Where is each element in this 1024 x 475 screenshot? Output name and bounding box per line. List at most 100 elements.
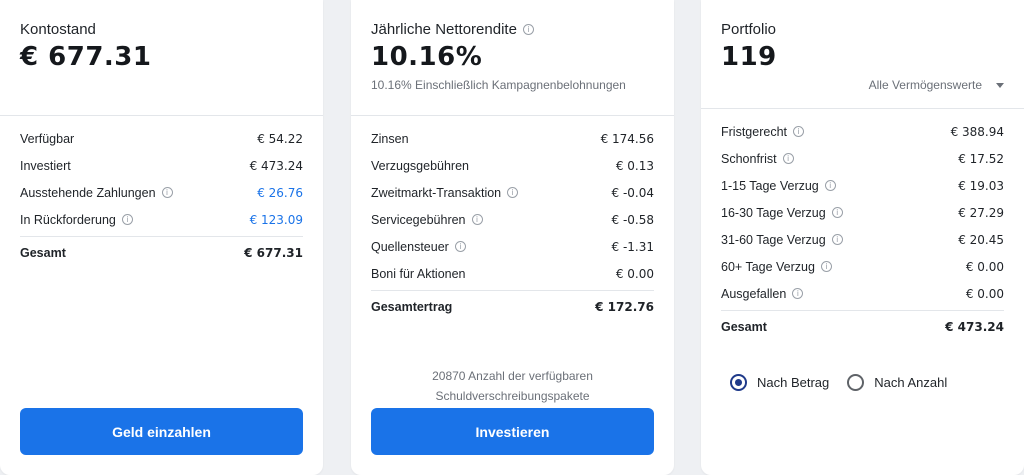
row-label: Ausgefallen — [721, 286, 787, 301]
row-value: € 0.00 — [615, 266, 654, 281]
return-card: Jährliche Nettorendite i 10.16% 10.16% E… — [351, 0, 674, 475]
info-icon[interactable]: i — [831, 234, 843, 245]
row-value: € -0.04 — [611, 185, 655, 200]
info-icon[interactable]: i — [471, 214, 483, 225]
row-label: 31-60 Tage Verzug — [721, 232, 826, 247]
row-value: € 17.52 — [958, 151, 1004, 166]
balance-rows: Verfügbar € 54.22 Investiert € 473.24 Au… — [20, 125, 303, 268]
info-icon[interactable]: i — [522, 24, 534, 35]
return-row-service-fees: Servicegebühren i € -0.58 — [371, 206, 654, 233]
portfolio-row-31-60: 31-60 Tage Verzug i € 20.45 — [721, 226, 1004, 253]
balance-card: Kontostand € 677.31 Verfügbar € 54.22 In… — [0, 0, 323, 475]
row-value: € 19.03 — [958, 178, 1004, 193]
row-label: In Rückforderung — [20, 212, 116, 227]
row-value: € -1.31 — [611, 239, 655, 254]
row-label: Fristgerecht — [721, 124, 787, 139]
row-label: 16-30 Tage Verzug — [721, 205, 826, 220]
balance-row-invested: Investiert € 473.24 — [20, 152, 303, 179]
info-icon[interactable]: i — [831, 207, 843, 218]
return-title: Jährliche Nettorendite — [371, 21, 517, 38]
radio-checked-icon[interactable] — [730, 374, 747, 391]
row-label: Investiert — [20, 158, 71, 173]
total-value: € 172.76 — [595, 299, 654, 314]
recovery-link[interactable]: € 123.09 — [250, 213, 303, 227]
portfolio-row-defaulted: Ausgefallen i € 0.00 — [721, 280, 1004, 307]
balance-row-available: Verfügbar € 54.22 — [20, 125, 303, 152]
return-header: Jährliche Nettorendite i 10.16% 10.16% E… — [351, 0, 674, 116]
row-label: 1-15 Tage Verzug — [721, 178, 819, 193]
radio-label: Nach Betrag — [757, 375, 830, 390]
portfolio-row-grace: Schonfrist i € 17.52 — [721, 145, 1004, 172]
row-value: € 0.00 — [965, 286, 1004, 301]
return-row-interest: Zinsen € 174.56 — [371, 125, 654, 152]
available-packages-note: 20870 Anzahl der verfügbaren Schuldversc… — [371, 366, 654, 406]
packages-line-1: 20870 Anzahl der verfügbaren — [432, 369, 593, 383]
portfolio-row-1-15: 1-15 Tage Verzug i € 19.03 — [721, 172, 1004, 199]
radio-unchecked-icon[interactable] — [847, 374, 865, 391]
total-value: € 473.24 — [945, 319, 1004, 334]
total-label: Gesamt — [20, 245, 66, 260]
portfolio-row-on-time: Fristgerecht i € 388.94 — [721, 118, 1004, 145]
total-value: € 677.31 — [244, 245, 303, 260]
portfolio-title: Portfolio — [721, 21, 777, 38]
row-label: Schonfrist — [721, 151, 777, 166]
pending-payments-link[interactable]: € 26.76 — [257, 186, 303, 200]
return-rows: Zinsen € 174.56 Verzugsgebühren € 0.13 Z… — [371, 125, 654, 322]
return-value: 10.16% — [371, 42, 483, 72]
portfolio-rows: Fristgerecht i € 388.94 Schonfrist i € 1… — [721, 118, 1004, 342]
info-icon[interactable]: i — [454, 241, 466, 252]
info-icon[interactable]: i — [793, 126, 804, 137]
total-label: Gesamtertrag — [371, 299, 453, 314]
info-icon[interactable]: i — [824, 180, 836, 191]
return-row-bonuses: Boni für Aktionen € 0.00 — [371, 260, 654, 287]
radio-by-amount[interactable]: Nach Betrag — [730, 374, 829, 391]
row-value: € 174.56 — [600, 131, 654, 146]
return-total-row: Gesamtertrag € 172.76 — [371, 290, 654, 322]
row-label: 60+ Tage Verzug — [721, 259, 815, 274]
packages-line-2: Schuldverschreibungspakete — [435, 389, 590, 403]
portfolio-card: Portfolio 119 Alle Vermögenswerte Fristg… — [701, 0, 1024, 475]
return-row-withholding-tax: Quellensteuer i € -1.31 — [371, 233, 654, 260]
row-value: € 27.29 — [958, 205, 1004, 220]
return-note: 10.16% Einschließlich Kampagnenbelohnung… — [371, 78, 626, 92]
row-value: € 54.22 — [257, 131, 303, 146]
balance-title: Kontostand — [20, 21, 96, 38]
portfolio-header: Portfolio 119 Alle Vermögenswerte — [701, 0, 1024, 109]
info-icon[interactable]: i — [121, 214, 133, 225]
row-value: € 0.00 — [965, 259, 1004, 274]
row-label: Boni für Aktionen — [371, 266, 466, 281]
row-label: Zinsen — [371, 131, 409, 146]
row-label: Verzugsgebühren — [371, 158, 469, 173]
row-value: € 20.45 — [958, 232, 1004, 247]
portfolio-row-60-plus: 60+ Tage Verzug i € 0.00 — [721, 253, 1004, 280]
info-icon[interactable]: i — [161, 187, 173, 198]
portfolio-row-16-30: 16-30 Tage Verzug i € 27.29 — [721, 199, 1004, 226]
row-label: Verfügbar — [20, 131, 75, 146]
row-label: Zweitmarkt-Transaktion — [371, 185, 502, 200]
return-row-secondary-market: Zweitmarkt-Transaktion i € -0.04 — [371, 179, 654, 206]
asset-filter-value: Alle Vermögenswerte — [868, 78, 982, 92]
radio-by-count[interactable]: Nach Anzahl — [847, 374, 947, 391]
balance-row-pending: Ausstehende Zahlungen i € 26.76 — [20, 179, 303, 206]
deposit-button[interactable]: Geld einzahlen — [20, 408, 303, 455]
radio-label: Nach Anzahl — [874, 375, 948, 390]
info-icon[interactable]: i — [820, 261, 832, 272]
asset-filter-dropdown[interactable]: Alle Vermögenswerte — [869, 78, 1004, 92]
portfolio-total-row: Gesamt € 473.24 — [721, 310, 1004, 342]
info-icon[interactable]: i — [782, 153, 794, 164]
balance-total-row: Gesamt € 677.31 — [20, 236, 303, 268]
row-label: Servicegebühren — [371, 212, 466, 227]
view-mode-radio-group: Nach Betrag Nach Anzahl — [730, 374, 947, 391]
return-row-late-fees: Verzugsgebühren € 0.13 — [371, 152, 654, 179]
row-value: € 0.13 — [615, 158, 654, 173]
portfolio-count: 119 — [721, 42, 777, 72]
info-icon[interactable]: i — [507, 187, 519, 198]
chevron-down-icon — [996, 82, 1004, 88]
total-label: Gesamt — [721, 319, 767, 334]
row-value: € 473.24 — [249, 158, 303, 173]
invest-button[interactable]: Investieren — [371, 408, 654, 455]
balance-value: € 677.31 — [20, 42, 152, 72]
info-icon[interactable]: i — [792, 288, 804, 299]
balance-row-recovery: In Rückforderung i € 123.09 — [20, 206, 303, 233]
balance-header: Kontostand € 677.31 — [0, 0, 323, 116]
